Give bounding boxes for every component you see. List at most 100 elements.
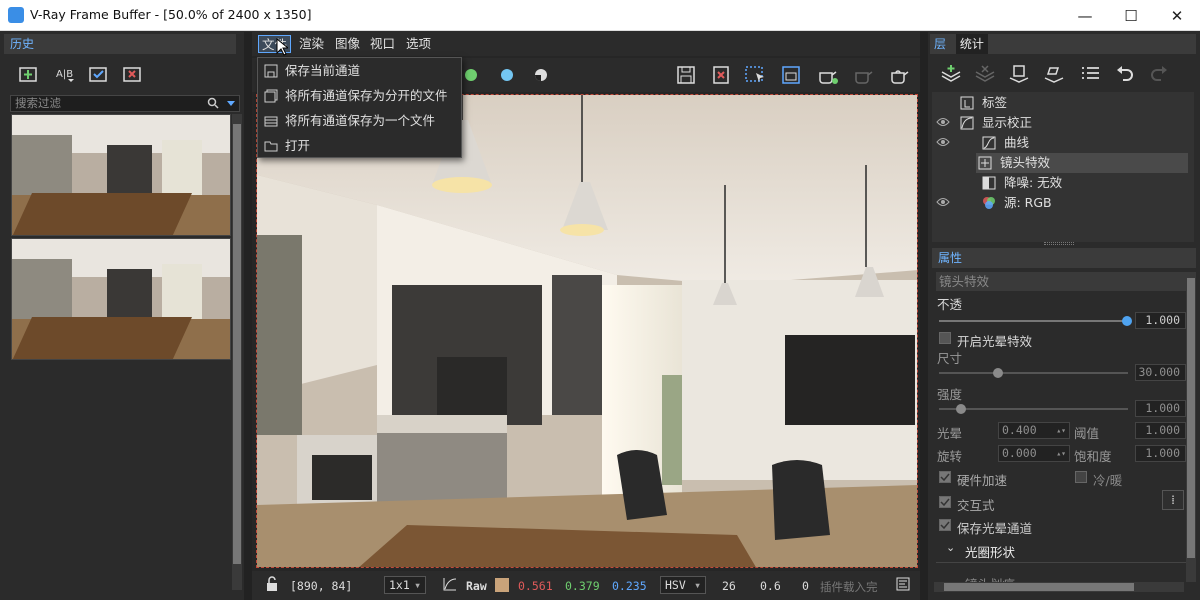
layer-label[interactable]: 标签 bbox=[932, 93, 1188, 113]
properties-vscrollbar[interactable] bbox=[1186, 272, 1196, 582]
aperture-section-label[interactable]: 光圈形状 bbox=[965, 542, 1015, 561]
history-compare-ab-icon[interactable]: A|B bbox=[52, 62, 78, 86]
clear-image-icon[interactable] bbox=[708, 63, 734, 87]
menu-save-current-channel[interactable]: 保存当前通道 bbox=[258, 58, 461, 83]
bloom-label: 光晕 bbox=[937, 426, 963, 441]
opacity-slider[interactable] bbox=[939, 320, 1128, 322]
properties-header: 属性 bbox=[932, 248, 1196, 268]
save-layers-icon[interactable] bbox=[1006, 62, 1032, 86]
alpha-channel-button[interactable] bbox=[528, 63, 554, 87]
expand-aperture-icon[interactable]: ⌄ bbox=[946, 541, 955, 554]
maximize-button[interactable]: ☐ bbox=[1108, 0, 1154, 31]
opacity-value[interactable]: 1.000 bbox=[1135, 312, 1186, 329]
track-mouse-icon[interactable] bbox=[778, 63, 804, 87]
menu-item-label: 保存当前通道 bbox=[285, 63, 361, 78]
intensity-slider[interactable] bbox=[939, 408, 1128, 410]
intensity-value[interactable]: 1.000 bbox=[1135, 400, 1186, 417]
history-scroll-thumb[interactable] bbox=[233, 124, 241, 564]
menu-options[interactable]: 选项 bbox=[403, 35, 434, 53]
layer-display-correction[interactable]: 显示校正 bbox=[932, 113, 1188, 133]
load-layers-icon[interactable] bbox=[1041, 62, 1067, 86]
stop-render-icon[interactable] bbox=[850, 63, 876, 87]
visibility-eye-icon[interactable] bbox=[936, 197, 950, 207]
menu-open[interactable]: 打开 bbox=[258, 133, 461, 158]
minimize-button[interactable]: — bbox=[1062, 0, 1108, 31]
bloom-spinner-icon[interactable]: ▴▾ bbox=[1056, 423, 1066, 438]
history-save-icon[interactable] bbox=[15, 62, 41, 86]
layer-name: 曲线 bbox=[1004, 135, 1030, 150]
properties-hscroll-thumb[interactable] bbox=[944, 583, 1134, 591]
layer-denoiser[interactable]: 降噪: 无效 bbox=[932, 173, 1188, 193]
rotation-number: 0.000 bbox=[1002, 446, 1037, 460]
lock-pixel-icon[interactable] bbox=[264, 576, 280, 592]
menu-view[interactable]: 视口 bbox=[367, 35, 398, 53]
history-filter-input[interactable]: 搜索过滤 bbox=[10, 95, 240, 112]
tab-stats[interactable]: 统计 bbox=[955, 34, 988, 54]
save-image-icon[interactable] bbox=[674, 63, 700, 87]
threshold-value[interactable]: 1.000 bbox=[1135, 422, 1186, 439]
opacity-knob[interactable] bbox=[1122, 316, 1132, 326]
history-load-icon[interactable] bbox=[85, 62, 111, 86]
panel-resize-handle[interactable] bbox=[1044, 242, 1074, 245]
intensity-knob[interactable] bbox=[956, 404, 966, 414]
undo-icon[interactable] bbox=[1112, 62, 1138, 86]
rotation-value[interactable]: 0.000 ▴▾ bbox=[998, 445, 1070, 462]
render-teapot-icon[interactable] bbox=[814, 63, 840, 87]
zoom-select[interactable]: 1x1 ▾ bbox=[384, 576, 426, 594]
menu-save-all-separate[interactable]: 将所有通道保存为分开的文件 bbox=[258, 83, 461, 108]
filter-dropdown-icon[interactable] bbox=[227, 101, 235, 107]
size-value[interactable]: 30.000 bbox=[1135, 364, 1186, 381]
save-multiple-icon bbox=[264, 89, 278, 103]
layer-source-rgb[interactable]: 源: RGB bbox=[932, 193, 1188, 213]
rotation-spinner-icon[interactable]: ▴▾ bbox=[1056, 446, 1066, 461]
history-delete-icon[interactable] bbox=[119, 62, 145, 86]
layer-curves[interactable]: 曲线 bbox=[932, 133, 1188, 153]
menu-render[interactable]: 渲染 bbox=[296, 35, 327, 53]
layer-lens-effects[interactable]: 镜头特效 bbox=[976, 153, 1188, 173]
glare-enable-label: 开启光晕特效 bbox=[957, 334, 1033, 349]
properties-vscroll-thumb[interactable] bbox=[1187, 278, 1195, 558]
history-thumbnail-1[interactable] bbox=[11, 114, 231, 236]
layer-presets-icon[interactable] bbox=[1078, 62, 1104, 86]
menu-item-label: 打开 bbox=[285, 138, 311, 153]
tab-layers[interactable]: 层 bbox=[934, 37, 946, 51]
history-scrollbar[interactable] bbox=[232, 114, 242, 590]
add-layer-icon[interactable] bbox=[938, 62, 964, 86]
save-glare-checkbox[interactable] bbox=[939, 519, 951, 531]
properties-hscrollbar[interactable] bbox=[934, 582, 1184, 592]
section-divider bbox=[936, 562, 1188, 563]
close-button[interactable]: ✕ bbox=[1154, 0, 1200, 31]
interactive-render-icon[interactable] bbox=[886, 63, 912, 87]
bloom-value[interactable]: 0.400 ▴▾ bbox=[998, 422, 1070, 439]
left-splitter[interactable] bbox=[244, 32, 252, 600]
delete-layer-icon[interactable] bbox=[972, 62, 998, 86]
mouse-cursor-icon bbox=[276, 38, 288, 56]
visibility-eye-icon[interactable] bbox=[936, 137, 950, 147]
saturation-value[interactable]: 1.000 bbox=[1135, 445, 1186, 462]
region-render-icon[interactable] bbox=[742, 63, 768, 87]
green-value: 0.379 bbox=[565, 579, 600, 593]
interactive-checkbox[interactable] bbox=[939, 496, 951, 508]
colorspace-select[interactable]: HSV ▾ bbox=[660, 576, 706, 594]
color-mode[interactable]: Raw bbox=[466, 579, 487, 593]
redo-icon[interactable] bbox=[1146, 62, 1172, 86]
menu-save-all-single[interactable]: 将所有通道保存为一个文件 bbox=[258, 108, 461, 133]
history-header: 历史 bbox=[4, 34, 236, 54]
visibility-eye-icon[interactable] bbox=[936, 117, 950, 127]
colorspace-dropdown-icon: ▾ bbox=[694, 578, 701, 592]
size-knob[interactable] bbox=[993, 368, 1003, 378]
threshold-label: 阈值 bbox=[1074, 426, 1100, 441]
hw-accel-checkbox[interactable] bbox=[939, 471, 951, 483]
curve-icon[interactable] bbox=[442, 576, 458, 592]
interactive-options-button[interactable]: ⁞ bbox=[1162, 490, 1184, 510]
right-splitter[interactable] bbox=[920, 32, 928, 600]
cold-warm-checkbox[interactable] bbox=[1075, 471, 1087, 483]
size-slider[interactable] bbox=[939, 372, 1128, 374]
render-viewport[interactable] bbox=[256, 94, 918, 568]
blue-channel-button[interactable] bbox=[494, 63, 520, 87]
history-thumbnail-2[interactable] bbox=[11, 238, 231, 360]
glare-enable-checkbox[interactable] bbox=[939, 332, 951, 344]
status-bar: [890, 84] 1x1 ▾ Raw 0.561 0.379 0.235 HSV… bbox=[252, 571, 920, 600]
log-icon[interactable] bbox=[896, 577, 910, 591]
menu-image[interactable]: 图像 bbox=[332, 35, 363, 53]
